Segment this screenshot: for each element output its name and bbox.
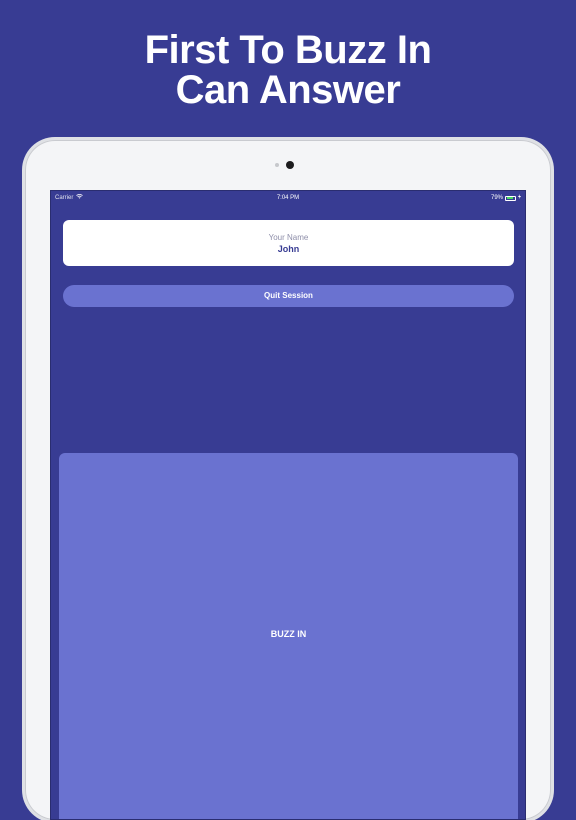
status-right: 79% xyxy=(491,191,521,205)
app-screen: Carrier 7:04 PM 79% Your Name John Quit … xyxy=(50,190,526,820)
charging-icon xyxy=(518,191,521,205)
quit-session-button[interactable]: Quit Session xyxy=(63,285,514,307)
headline-line-1: First To Buzz In xyxy=(144,28,432,72)
battery-fill xyxy=(506,197,513,199)
headline: First To Buzz In Can Answer xyxy=(0,30,576,110)
name-value: John xyxy=(277,244,300,254)
headline-line-2: Can Answer xyxy=(175,68,401,112)
status-bar: Carrier 7:04 PM 79% xyxy=(51,191,525,205)
battery-icon xyxy=(505,195,516,201)
name-label: Your Name xyxy=(268,233,309,242)
front-camera xyxy=(286,161,294,169)
tablet-device-frame: Carrier 7:04 PM 79% Your Name John Quit … xyxy=(25,140,551,820)
battery-percent: 79% xyxy=(490,195,503,201)
name-card[interactable]: Your Name John xyxy=(63,220,514,266)
front-sensor xyxy=(275,163,279,167)
status-time: 7:04 PM xyxy=(276,195,300,201)
buzz-in-button[interactable]: BUZZ IN xyxy=(59,453,518,819)
buzz-in-label: BUZZ IN xyxy=(270,629,307,639)
